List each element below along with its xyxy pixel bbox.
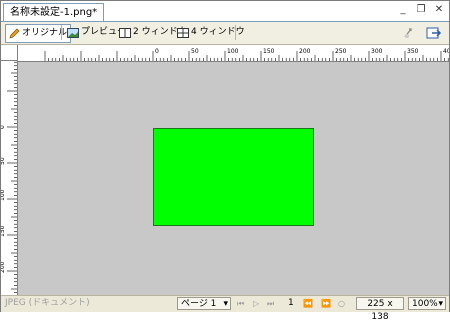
- document-window: 名称未設定-1.png* _ ❐ ✕ オリジナル プレビュー 2 ウィンドウ 4…: [0, 0, 450, 322]
- zoom-select[interactable]: 100% ▾: [408, 297, 446, 310]
- restore-icon[interactable]: ❐: [415, 4, 427, 16]
- canvas-area[interactable]: [18, 62, 449, 295]
- zoom-value: 100%: [412, 299, 438, 309]
- two-window-icon: [119, 27, 131, 38]
- window-controls: _ ❐ ✕: [397, 4, 445, 16]
- ruler-label: 400: [443, 48, 449, 55]
- toolbar-divider: [61, 25, 62, 40]
- ruler-label: 50: [191, 48, 199, 55]
- ruler-label: 150: [1, 225, 6, 237]
- horizontal-ruler: 0 50 100 150 200 250 300 350 400: [18, 45, 449, 62]
- ruler-label: 100: [227, 48, 239, 55]
- ruler-label: 200: [1, 261, 6, 273]
- document-tab-bar: 名称未設定-1.png* _ ❐ ✕: [1, 1, 449, 22]
- play-icon[interactable]: ▷: [253, 297, 259, 310]
- vertical-ruler: 0 50 100 150 200: [1, 61, 18, 295]
- tab-4-up-label: 4 ウィンドウ: [191, 27, 245, 37]
- status-bar: JPEG (ドキュメント) ページ 1 ▾ ⏮ ▷ ⏭ 1 ⏪ ⏩ ○ 225 …: [1, 295, 449, 322]
- last-frame-icon[interactable]: ⏭: [267, 297, 274, 310]
- previous-frame-icon[interactable]: ⏪: [303, 297, 313, 310]
- image-content[interactable]: [153, 128, 314, 226]
- ruler-label: 350: [407, 48, 419, 55]
- chevron-down-icon: ▾: [438, 299, 443, 309]
- next-frame-icon[interactable]: ⏩: [321, 297, 331, 310]
- pencil-icon: [9, 28, 20, 39]
- toolbar-divider: [235, 25, 236, 40]
- minimize-icon[interactable]: _: [397, 4, 409, 16]
- ruler-label: 200: [299, 48, 311, 55]
- ruler-label: 100: [1, 189, 6, 201]
- ruler-label: 150: [263, 48, 275, 55]
- page-select[interactable]: ページ 1 ▾: [177, 297, 231, 310]
- four-window-icon: [177, 27, 189, 38]
- chevron-down-icon: ▾: [223, 299, 228, 309]
- tab-4-up[interactable]: 4 ウィンドウ: [174, 24, 248, 41]
- page-number: 1: [288, 298, 294, 308]
- view-toolbar: オリジナル プレビュー 2 ウィンドウ 4 ウィンドウ: [1, 22, 449, 45]
- close-icon[interactable]: ✕: [433, 4, 445, 16]
- ruler-label: 0: [1, 125, 6, 129]
- ruler-label: 300: [371, 48, 383, 55]
- image-dimensions: 225 x 138: [356, 297, 404, 322]
- optimize-icon[interactable]: [425, 24, 443, 41]
- loop-icon[interactable]: ○: [338, 297, 345, 310]
- export-wizard-icon[interactable]: [401, 24, 419, 41]
- ruler-label: 250: [335, 48, 347, 55]
- first-frame-icon[interactable]: ⏮: [237, 297, 244, 310]
- document-tab[interactable]: 名称未設定-1.png*: [3, 3, 105, 21]
- preview-image-icon: [67, 27, 79, 38]
- page-select-value: ページ 1: [181, 299, 217, 309]
- ruler-label: 50: [1, 157, 6, 165]
- document-format-label: JPEG (ドキュメント): [5, 298, 90, 308]
- ruler-corner: [1, 45, 18, 61]
- ruler-label: 0: [155, 48, 159, 55]
